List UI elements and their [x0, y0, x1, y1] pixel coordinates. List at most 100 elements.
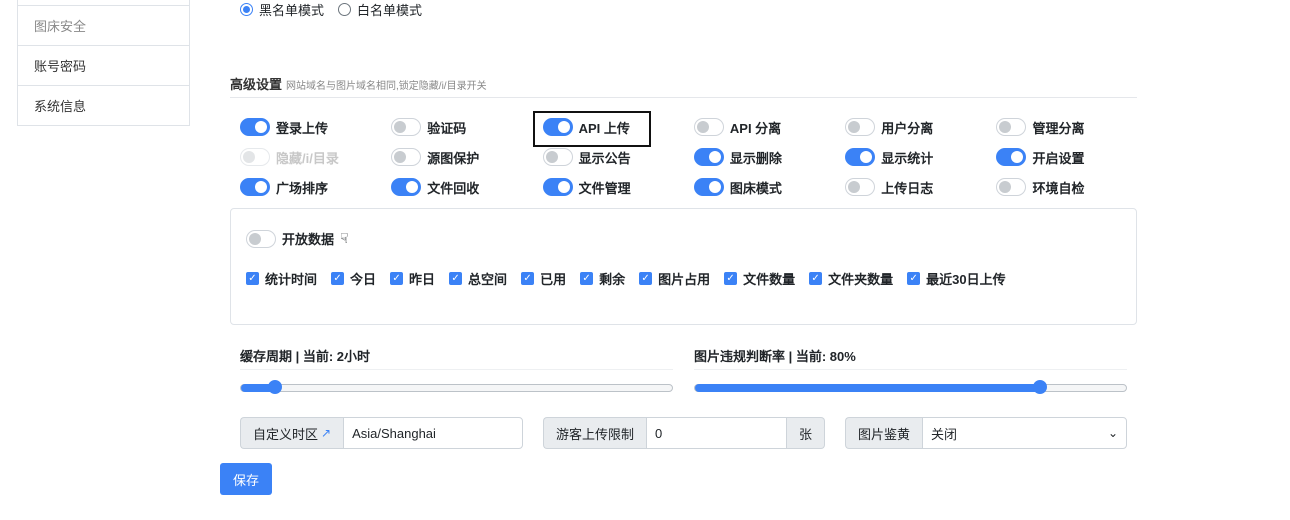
radio-selected-icon[interactable] [240, 3, 253, 16]
switch-item[interactable]: 显示公告 [542, 147, 694, 167]
guest-limit-input[interactable]: 0 [646, 417, 787, 449]
advanced-settings-header: 高级设置 网站域名与图片域名相同,锁定隐藏/i/目录开关 [230, 74, 1137, 98]
nsfw-select[interactable]: 关闭 ⌄ [922, 417, 1127, 449]
switch-item[interactable]: 环境自检 [996, 177, 1147, 197]
checkbox-checked-icon[interactable]: ✓ [331, 272, 345, 285]
blacklist-radio[interactable]: 黑名单模式 [240, 0, 324, 19]
timezone-addon: 自定义时区 ↗ [240, 417, 344, 449]
toggle-switch[interactable] [845, 178, 876, 196]
checkbox-checked-icon[interactable]: ✓ [390, 272, 404, 285]
open-data-switch[interactable] [246, 229, 276, 248]
stat-checkbox[interactable]: ✓ 文件数量 [724, 269, 795, 288]
toggle-switch[interactable] [996, 148, 1027, 166]
switch-item[interactable]: 文件回收 [391, 177, 542, 197]
toggle-switch[interactable] [845, 148, 876, 166]
switch-item[interactable]: API 分离 [693, 117, 845, 137]
violation-rate-slider-block: 图片违规判断率 | 当前: 80% [694, 346, 1127, 394]
switch-item[interactable]: 用户分离 [845, 117, 996, 137]
switch-label: 验证码 [427, 120, 467, 136]
switch-label: 登录上传 [276, 120, 329, 136]
violation-rate-label: 图片违规判断率 | 当前: 80% [694, 346, 1127, 370]
switch-label: 开启设置 [1032, 150, 1085, 166]
checkbox-checked-icon[interactable]: ✓ [521, 272, 535, 285]
guest-upload-limit-group: 游客上传限制 0 张 [543, 417, 825, 449]
checkbox-checked-icon[interactable]: ✓ [907, 272, 921, 285]
toggle-switch[interactable] [240, 178, 270, 196]
switch-item[interactable]: 显示统计 [845, 147, 996, 167]
switch-item[interactable]: 图床模式 [693, 177, 845, 197]
stat-checkbox[interactable]: ✓ 总空间 [449, 269, 507, 288]
switch-item[interactable]: 验证码 [391, 117, 542, 137]
toggle-switch[interactable] [240, 118, 270, 136]
mode-radio-group: 黑名单模式 白名单模式 [240, 0, 422, 19]
sidebar: 图床安全 账号密码 系统信息 [17, 0, 190, 126]
toggle-switch[interactable] [240, 148, 270, 166]
external-link-icon[interactable]: ↗ [321, 426, 331, 440]
sidebar-item-image-security[interactable]: 图床安全 [17, 6, 190, 46]
toggle-switch[interactable] [542, 118, 573, 136]
switch-grid: 登录上传 验证码 API 上传 API 分离 用户分离 管理分离 隐藏/i/目录 源图保护 显示… [240, 111, 1150, 197]
toggle-switch[interactable] [693, 178, 724, 196]
cache-period-slider[interactable] [240, 380, 673, 394]
switch-label: 环境自检 [1032, 180, 1085, 196]
timezone-input[interactable]: Asia/Shanghai [343, 417, 523, 449]
stat-checkbox[interactable]: ✓ 文件夹数量 [809, 269, 893, 288]
stat-checkbox[interactable]: ✓ 最近30日上传 [907, 269, 1006, 288]
switch-label: API 上传 [578, 120, 630, 136]
switch-item[interactable]: 登录上传 [240, 117, 391, 137]
checkbox-checked-icon[interactable]: ✓ [580, 272, 594, 285]
switch-item[interactable]: 开启设置 [996, 147, 1147, 167]
switch-item[interactable]: 上传日志 [845, 177, 996, 197]
stat-checkbox[interactable]: ✓ 剩余 [580, 269, 625, 288]
stat-checkbox[interactable]: ✓ 昨日 [390, 269, 435, 288]
toggle-switch[interactable] [996, 178, 1027, 196]
radio-empty-icon[interactable] [338, 3, 352, 16]
toggle-switch[interactable] [391, 178, 422, 196]
toggle-switch[interactable] [693, 148, 724, 166]
sidebar-item-system-info[interactable]: 系统信息 [17, 86, 190, 126]
checkbox-checked-icon[interactable]: ✓ [246, 272, 259, 285]
switch-item[interactable]: 显示删除 [693, 147, 845, 167]
switch-item[interactable]: 管理分离 [996, 117, 1147, 137]
switch-label: API 分离 [729, 120, 782, 136]
switch-item[interactable]: 文件管理 [542, 177, 694, 197]
nsfw-group: 图片鉴黄 关闭 ⌄ [845, 417, 1127, 449]
stat-checkbox[interactable]: ✓ 已用 [521, 269, 566, 288]
stat-checkbox[interactable]: ✓ 今日 [331, 269, 376, 288]
switch-item[interactable]: 广场排序 [240, 177, 391, 197]
toggle-switch[interactable] [542, 148, 573, 166]
checkbox-checked-icon[interactable]: ✓ [809, 272, 823, 285]
toggle-switch[interactable] [391, 148, 422, 166]
switch-label: 广场排序 [276, 180, 329, 196]
switch-label: 隐藏/i/目录 [276, 150, 339, 166]
switch-label: 显示删除 [729, 150, 782, 166]
slider-thumb[interactable] [268, 380, 283, 394]
save-button[interactable]: 保存 [220, 463, 272, 495]
sidebar-item-label: 图床安全 [34, 19, 87, 34]
checkbox-checked-icon[interactable]: ✓ [449, 272, 463, 285]
checkbox-checked-icon[interactable]: ✓ [724, 272, 738, 285]
checkbox-checked-icon[interactable]: ✓ [639, 272, 653, 285]
guest-limit-unit: 张 [786, 417, 825, 449]
toggle-switch[interactable] [996, 118, 1027, 136]
violation-rate-slider[interactable] [694, 380, 1127, 394]
open-data-checklist: ✓ 统计时间 ✓ 今日 ✓ 昨日 ✓ 总空间 ✓ 已用 ✓ 剩余 ✓ 图片占用 ✓ 文件数量 ✓ 文件夹数量 ✓ 最近… [246, 269, 1006, 288]
hand-pointer-icon: ☟ [340, 230, 349, 246]
toggle-switch[interactable] [542, 178, 573, 196]
whitelist-radio[interactable]: 白名单模式 [338, 0, 422, 19]
slider-thumb[interactable] [1032, 380, 1047, 394]
guest-limit-addon: 游客上传限制 [543, 417, 647, 449]
stat-checkbox[interactable]: ✓ 统计时间 [246, 269, 317, 288]
sidebar-item-account-password[interactable]: 账号密码 [17, 46, 190, 86]
switch-item[interactable]: 源图保护 [391, 147, 542, 167]
toggle-switch[interactable] [391, 118, 422, 136]
section-title: 高级设置 [230, 77, 283, 92]
toggle-switch[interactable] [845, 118, 876, 136]
sidebar-item-label: 账号密码 [34, 59, 87, 74]
toggle-switch[interactable] [693, 118, 724, 136]
switch-label: 显示统计 [881, 150, 934, 166]
stat-checkbox[interactable]: ✓ 图片占用 [639, 269, 710, 288]
switch-item[interactable]: 隐藏/i/目录 [240, 147, 391, 167]
open-data-toggle[interactable]: 开放数据 ☟ [246, 229, 349, 248]
switch-item[interactable]: API 上传 [532, 111, 694, 147]
